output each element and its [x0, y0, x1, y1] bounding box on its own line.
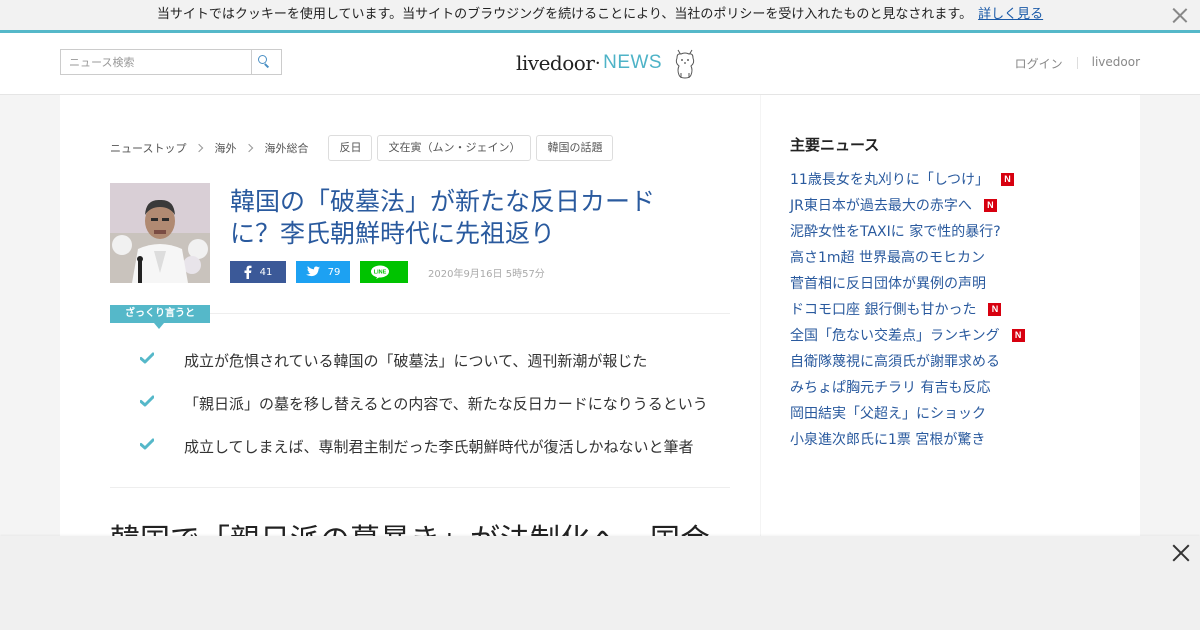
breadcrumb-overseas[interactable]: 海外 [214, 140, 236, 156]
site-header: livedoor• NEWS ログイン livedoor [0, 33, 1200, 95]
summary-point-text: 「親日派」の墓を移し替えるとの内容で、新たな反日カードになりうるという [184, 395, 708, 413]
line-share-button[interactable]: LINE [360, 261, 408, 283]
news-item[interactable]: 高さ1m超 世界最高のモヒカン [790, 244, 1025, 270]
news-item[interactable]: JR東日本が過去最大の赤字へ N [790, 192, 1025, 218]
news-item[interactable]: 泥酔女性をTAXIに 家で性的暴行? [790, 218, 1025, 244]
news-item[interactable]: みちょぱ胸元チラリ 有吉も反応 [790, 374, 1025, 400]
chevron-right-icon [195, 143, 204, 153]
new-badge: N [988, 302, 1002, 316]
news-item-text[interactable]: 全国「危ない交差点」ランキング [790, 325, 1000, 345]
news-item-text[interactable]: 自衛隊蔑視に高須氏が謝罪求める [790, 351, 1000, 371]
cookie-message: 当サイトではクッキーを使用しています。当サイトのブラウジングを続けることにより、… [156, 7, 973, 22]
news-item-text[interactable]: 岡田結実「父超え」にショック [790, 403, 986, 423]
news-item[interactable]: 菅首相に反日団体が異例の声明 [790, 270, 1025, 296]
close-icon[interactable] [1172, 7, 1188, 23]
close-icon[interactable] [1172, 544, 1190, 562]
summary-points: 成立が危惧されている韓国の「破墓法」について、週刊新潮が報じた 「親日派」の墓を… [140, 350, 730, 479]
news-item-text[interactable]: ドコモ口座 銀行側も甘かった [790, 299, 976, 319]
facebook-count: 41 [259, 266, 273, 278]
list-item: 成立してしまえば、専制君主制だった李氏朝鮮時代が復活しかねないと筆者 [140, 436, 730, 479]
summary-point-text: 成立が危惧されている韓国の「破墓法」について、週刊新潮が報じた [184, 352, 648, 370]
news-item-text[interactable]: 高さ1m超 世界最高のモヒカン [790, 247, 985, 267]
tag-list: 反日 文在寅（ムン・ジェイン） 韓国の話題 [328, 135, 618, 161]
news-item-text[interactable]: 菅首相に反日団体が異例の声明 [790, 273, 986, 293]
share-bar: 41 79 LINE 2020年9月16日 5時57分 [230, 261, 545, 283]
cookie-bar: 当サイトではクッキーを使用しています。当サイトのブラウジングを続けることにより、… [0, 0, 1200, 33]
logo[interactable]: livedoor • NEWS [516, 43, 698, 83]
line-icon: LINE [371, 265, 389, 279]
new-badge: N [983, 198, 997, 212]
twitter-share-button[interactable]: 79 [296, 261, 350, 283]
check-icon [140, 352, 154, 364]
news-item-text[interactable]: 泥酔女性をTAXIに 家で性的暴行? [790, 221, 1001, 241]
news-item-text[interactable]: 11歳長女を丸刈りに「しつけ」 [790, 169, 989, 189]
logo-dot-icon: • [595, 58, 601, 68]
ad-overlay [0, 536, 1200, 630]
search-input[interactable] [61, 50, 251, 74]
divider [110, 487, 730, 488]
tag-anti-japan[interactable]: 反日 [328, 135, 373, 161]
logo-news-text: NEWS [603, 52, 663, 73]
news-item[interactable]: 11歳長女を丸刈りに「しつけ」 N [790, 166, 1025, 192]
twitter-count: 79 [327, 266, 341, 278]
line-icon-label: LINE [374, 270, 387, 276]
news-item[interactable]: 自衛隊蔑視に高須氏が謝罪求める [790, 348, 1025, 374]
major-news-list: 11歳長女を丸刈りに「しつけ」 N JR東日本が過去最大の赤字へ N 泥酔女性をTA… [790, 166, 1025, 452]
check-icon [140, 395, 154, 407]
sidebar-title: 主要ニュース [790, 136, 880, 154]
new-badge: N [1000, 172, 1014, 186]
facebook-share-button[interactable]: 41 [230, 261, 286, 283]
search-button[interactable] [251, 50, 276, 74]
article-date: 2020年9月16日 5時57分 [428, 268, 545, 280]
dog-mascot-icon [675, 49, 695, 79]
list-item: 「親日派」の墓を移し替えるとの内容で、新たな反日カードになりうるという [140, 393, 730, 436]
cookie-details-link[interactable]: 詳しく見る [978, 7, 1043, 22]
news-item-text[interactable]: 小泉進次郎氏に1票 宮根が驚き [790, 429, 985, 449]
summary-label: ざっくり言うと [110, 305, 210, 329]
tag-moon-jae-in[interactable]: 文在寅（ムン・ジェイン） [377, 135, 532, 161]
news-item-text[interactable]: みちょぱ胸元チラリ 有吉も反応 [790, 377, 990, 397]
news-item[interactable]: 全国「危ない交差点」ランキング N [790, 322, 1025, 348]
facebook-icon [244, 265, 252, 279]
summary-point-text: 成立してしまえば、専制君主制だった李氏朝鮮時代が復活しかねないと筆者 [184, 438, 694, 456]
breadcrumb-news-top[interactable]: ニューストップ [110, 140, 186, 156]
news-item[interactable]: ドコモ口座 銀行側も甘かった N [790, 296, 1025, 322]
breadcrumb: ニューストップ 海外 海外総合 反日 文在寅（ムン・ジェイン） 韓国の話題 [110, 135, 618, 161]
livedoor-link[interactable]: livedoor [1092, 55, 1140, 72]
header-links: ログイン livedoor [1015, 55, 1140, 72]
divider [210, 313, 730, 314]
logo-livedoor-text: livedoor [516, 51, 595, 75]
article-title: 韓国の「破墓法」が新たな反日カードに？李氏朝鮮時代に先祖返り [230, 187, 656, 248]
list-item: 成立が危惧されている韓国の「破墓法」について、週刊新潮が報じた [140, 350, 730, 393]
check-icon [140, 438, 154, 450]
divider [1076, 57, 1078, 69]
new-badge: N [1011, 328, 1025, 342]
chevron-right-icon [245, 143, 254, 153]
news-item[interactable]: 小泉進次郎氏に1票 宮根が驚き [790, 426, 1025, 452]
tag-korea-topics[interactable]: 韓国の話題 [536, 135, 614, 161]
news-item-text[interactable]: JR東日本が過去最大の赤字へ [790, 195, 972, 215]
twitter-icon [305, 266, 320, 277]
search-box [60, 49, 282, 75]
article-thumbnail [110, 183, 210, 283]
news-item[interactable]: 岡田結実「父超え」にショック [790, 400, 1025, 426]
breadcrumb-overseas-general[interactable]: 海外総合 [264, 140, 308, 156]
login-link[interactable]: ログイン [1015, 55, 1063, 72]
